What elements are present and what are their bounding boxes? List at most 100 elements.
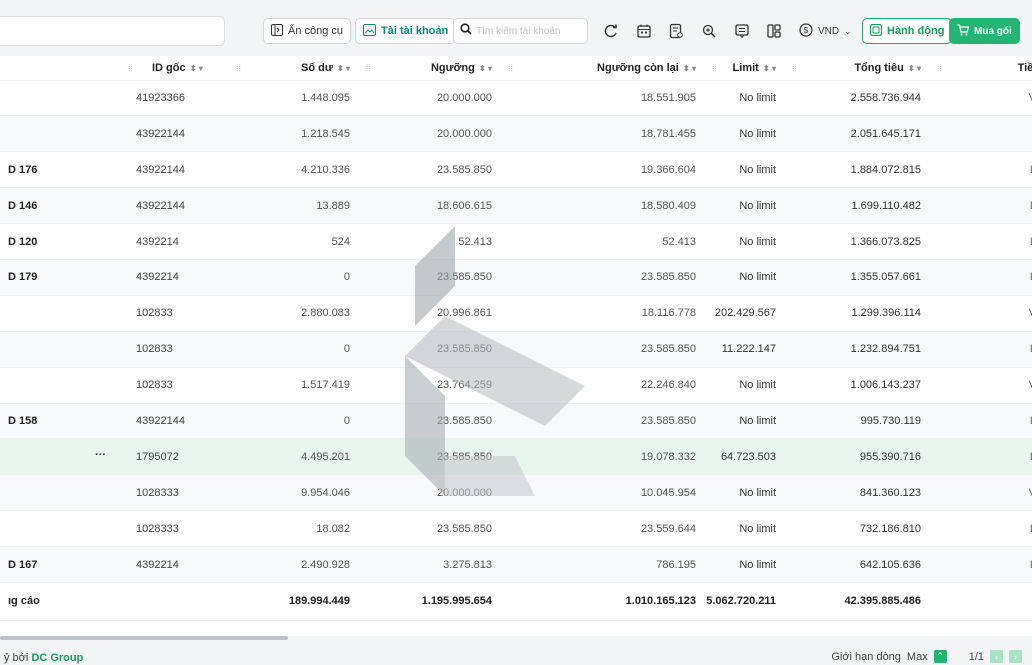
row-limit: No limit	[704, 510, 784, 548]
row-total: 1.006.143.237	[784, 367, 929, 404]
table-row[interactable]: ··· 1795072 4.495.201 23.585.850 19.078.332 6…	[0, 438, 1032, 476]
row-limit: No limit	[704, 367, 784, 404]
dollar-circle-icon: $	[799, 22, 813, 40]
search-icon	[460, 22, 472, 40]
col-name[interactable]	[0, 56, 120, 81]
calendar-icon[interactable]	[632, 18, 656, 44]
table-row[interactable]: 43922144 1.218.545 20.000.000 18.781.455 No …	[0, 115, 1032, 153]
row-balance: 4.210.336	[228, 151, 358, 189]
row-limit-value[interactable]: Max	[907, 651, 928, 663]
row-name	[0, 80, 120, 117]
col-id-label: ID gốc	[152, 61, 186, 74]
col-id[interactable]: ⁞⁞ ID gốc ⬍ ▾	[120, 56, 228, 81]
row-limit: No limit	[704, 115, 784, 153]
col-remaining-label: Ngưỡng còn lại	[597, 61, 679, 74]
hide-tools-button[interactable]: Ẩn công cụ	[263, 18, 352, 44]
totals-threshold: 1.195.995.654	[358, 581, 500, 621]
sort-icon[interactable]: ⬍ ▾	[477, 64, 492, 73]
row-money: L	[929, 223, 1032, 260]
row-total: 1.366.073.825	[784, 223, 929, 260]
row-id: 4392214	[120, 259, 228, 296]
account-search-input[interactable]	[476, 25, 576, 37]
row-balance: 13.889	[228, 187, 358, 225]
row-remaining: 786.195	[500, 546, 704, 583]
row-remaining: 19.366.604	[500, 151, 704, 189]
table-row[interactable]: 102833 0 23.585.850 23.585.850 11.222.147 1.2…	[0, 331, 1032, 368]
drag-handle-icon[interactable]: ⁞⁞	[508, 63, 513, 73]
col-balance[interactable]: ⁞⁞ Số dư ⬍ ▾	[228, 56, 358, 81]
next-page-icon[interactable]: ›	[1009, 650, 1022, 663]
row-total: 1.355.057.661	[784, 259, 929, 296]
table-row[interactable]: 1028333 18.082 23.585.850 23.559.644 No limi…	[0, 510, 1032, 548]
buy-plan-button[interactable]: Mua gói	[949, 18, 1020, 44]
account-search[interactable]	[453, 18, 588, 44]
layout-icon[interactable]	[762, 18, 786, 44]
horizontal-scrollbar[interactable]	[0, 636, 288, 640]
row-threshold: 20.000.000	[358, 80, 500, 117]
row-limit: No limit	[704, 187, 784, 225]
sort-icon[interactable]: ⬍ ▾	[335, 64, 350, 73]
totals-id	[120, 581, 228, 621]
left-search-box[interactable]	[0, 16, 225, 46]
message-icon[interactable]	[730, 18, 754, 44]
actions-button[interactable]: Hành động	[862, 18, 953, 44]
table-row[interactable]: 102833 1.517.419 23.764.259 22.246.840 No li…	[0, 367, 1032, 404]
sort-icon[interactable]: ⬍ ▾	[761, 64, 776, 73]
hide-tools-label: Ẩn công cụ	[288, 25, 344, 37]
row-name	[0, 115, 120, 153]
row-remaining: 18.580.409	[500, 187, 704, 225]
row-remaining: 22.246.840	[500, 367, 704, 404]
table-row[interactable]: D 167 4392214 2.490.928 3.275.813 786.195 No …	[0, 546, 1032, 583]
row-threshold: 23.585.850	[358, 438, 500, 476]
row-name: D 167	[0, 546, 120, 583]
row-money: V	[929, 80, 1032, 117]
table-row[interactable]: D 176 43922144 4.210.336 23.585.850 19.366.6…	[0, 151, 1032, 189]
drag-handle-icon[interactable]: ⁞⁞	[236, 63, 241, 73]
col-total[interactable]: ⁞⁞ Tổng tiêu ⬍ ▾	[784, 56, 929, 81]
col-threshold[interactable]: ⁞⁞ Ngưỡng ⬍ ▾	[358, 56, 500, 81]
row-limit: 202.429.567	[704, 295, 784, 332]
refresh-icon[interactable]	[599, 18, 623, 44]
sort-icon[interactable]: ⬍ ▾	[681, 64, 696, 73]
table-row[interactable]: D 146 43922144 13.889 18.606.615 18.580.409 N…	[0, 187, 1032, 225]
row-id: 1028333	[120, 510, 228, 548]
row-id: 1795072	[120, 438, 228, 476]
table-row[interactable]: 1028333 9.954.046 20.000.000 10.045.954 No l…	[0, 474, 1032, 512]
document-settings-icon[interactable]	[664, 18, 688, 44]
sort-icon[interactable]: ⬍ ▾	[188, 64, 203, 73]
table-row[interactable]: D 120 4392214 524 52.413 52.413 No limit 1.366…	[0, 223, 1032, 260]
col-limit[interactable]: ⁞⁞ Limit ⬍ ▾	[704, 56, 784, 81]
table-row[interactable]: 102833 2.880.083 20.996.861 18.116.778 202.4…	[0, 295, 1032, 332]
table-row[interactable]: D 158 43922144 0 23.585.850 23.585.850 No lim…	[0, 403, 1032, 440]
row-name	[0, 510, 120, 548]
table-row[interactable]: D 179 4392214 0 23.585.850 23.585.850 No limi…	[0, 259, 1032, 296]
image-icon	[363, 23, 376, 39]
drag-handle-icon[interactable]: ⁞⁞	[128, 63, 133, 73]
row-total: 732.186.810	[784, 510, 929, 548]
sort-icon[interactable]: ⬍ ▾	[906, 64, 921, 73]
chevron-up-icon[interactable]: ⌃	[933, 650, 947, 663]
row-limit: No limit	[704, 80, 784, 117]
brand-link[interactable]: DC Group	[31, 652, 83, 664]
totals-limit: 5.062.720.211	[704, 581, 784, 621]
row-limit: No limit	[704, 151, 784, 189]
row-limit: No limit	[704, 259, 784, 296]
row-more-icon[interactable]: ···	[95, 449, 106, 461]
drag-handle-icon[interactable]: ⁞⁞	[937, 63, 942, 73]
toolbar: Ẩn công cụ Tài tài khoản $ VND ⌄	[0, 0, 1032, 60]
drag-handle-icon[interactable]: ⁞⁞	[792, 63, 797, 73]
row-id: 102833	[120, 331, 228, 368]
row-threshold: 23.585.850	[358, 151, 500, 189]
row-name: D 158	[0, 403, 120, 440]
zoom-in-icon[interactable]	[697, 18, 721, 44]
currency-select[interactable]: $ VND ⌄	[797, 18, 854, 44]
table-row[interactable]: 41923366 1.448.095 20.000.000 18.551.905 No …	[0, 80, 1032, 117]
col-money[interactable]: ⁞⁞ Tiền	[929, 56, 1032, 81]
col-remaining[interactable]: ⁞⁞ Ngưỡng còn lại ⬍ ▾	[500, 56, 704, 81]
row-threshold: 52.413	[358, 223, 500, 260]
prev-page-icon[interactable]: ‹	[990, 650, 1003, 663]
row-total: 2.558.736.944	[784, 80, 929, 117]
drag-handle-icon[interactable]: ⁞⁞	[712, 63, 717, 73]
drag-handle-icon[interactable]: ⁞⁞	[366, 63, 371, 73]
accounts-button[interactable]: Tài tài khoản	[355, 18, 457, 44]
